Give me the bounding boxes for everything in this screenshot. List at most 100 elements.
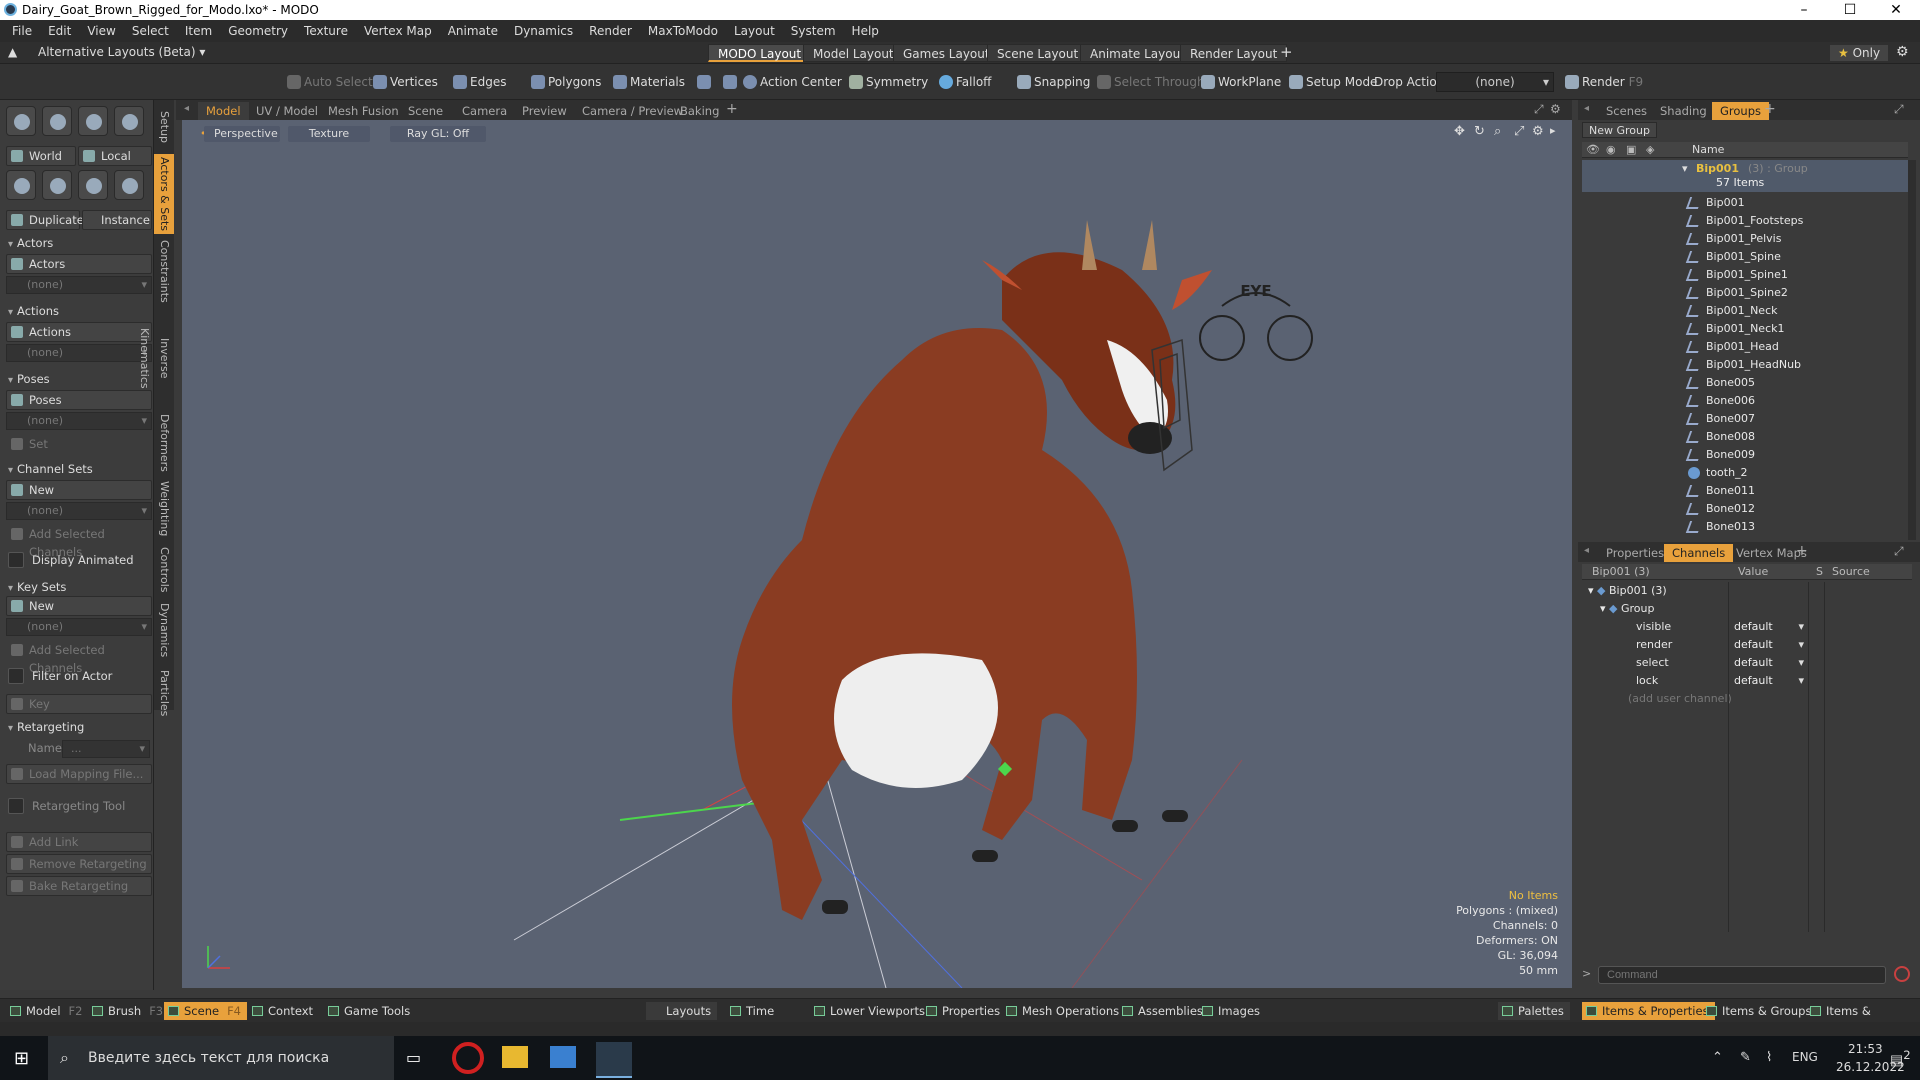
vp-tab-model[interactable]: Model: [198, 102, 249, 120]
brush-mode-button[interactable]: Brush F3: [88, 1002, 169, 1020]
list-item[interactable]: Bip001_Spine2: [1685, 284, 1788, 302]
actors-section-header[interactable]: Actors: [8, 236, 53, 250]
filter-on-actor-checkbox[interactable]: [8, 668, 24, 684]
vtab-weighting[interactable]: Weighting: [154, 478, 174, 540]
vtab-controls[interactable]: Controls: [154, 544, 174, 596]
tab-games-layout[interactable]: Games Layout: [893, 44, 1000, 62]
channel-sets-select[interactable]: (none): [6, 502, 152, 520]
list-item[interactable]: Bip001_Pelvis: [1685, 230, 1781, 248]
list-item[interactable]: Bip001_HeadNub: [1685, 356, 1801, 374]
tab-channels[interactable]: Channels: [1664, 544, 1734, 562]
3d-viewport[interactable]: • Perspective Texture Ray GL: Off ✥ ↻ ⌕ …: [182, 120, 1572, 988]
add-user-channel[interactable]: (add user channel): [1628, 690, 1732, 708]
tab-shading[interactable]: Shading: [1652, 102, 1715, 120]
vtab-dynamics[interactable]: Dynamics: [154, 600, 174, 660]
poses-section-header[interactable]: Poses: [8, 372, 50, 386]
falloff-button[interactable]: Falloff: [936, 72, 997, 92]
symmetry-button[interactable]: Symmetry: [846, 72, 934, 92]
mesh-operations-button[interactable]: Mesh Operations: [1002, 1002, 1125, 1020]
instance-button[interactable]: Instance: [82, 210, 152, 230]
vtab-setup[interactable]: Setup: [154, 104, 174, 150]
add-selected-channels-button[interactable]: Add Selected Channels: [6, 524, 152, 559]
actions-select[interactable]: (none): [6, 344, 152, 362]
setup-mode-button[interactable]: Setup Mode: [1286, 72, 1383, 92]
items-groups-button[interactable]: Items & Groups: [1702, 1002, 1817, 1020]
duplicate-button[interactable]: Duplicate: [6, 210, 84, 230]
actors-select[interactable]: (none): [6, 276, 152, 294]
pen-icon[interactable]: ✎: [1740, 1050, 1751, 1065]
list-item[interactable]: tooth_2: [1688, 464, 1748, 482]
only-button[interactable]: ★ Only: [1830, 45, 1889, 61]
channel-visible-value[interactable]: default: [1734, 619, 1804, 635]
tab-scene-layout[interactable]: Scene Layout: [987, 44, 1089, 62]
vtab-inverse-kinematics[interactable]: Inverse Kinematics: [138, 308, 174, 408]
actions-section-header[interactable]: Actions: [8, 304, 59, 318]
panel-menu-icon[interactable]: ◂: [184, 103, 189, 114]
channel-select-value[interactable]: default: [1734, 655, 1804, 671]
local-button[interactable]: Local: [78, 146, 152, 166]
poses-button[interactable]: Poses: [6, 390, 152, 410]
retargeting-tool-checkbox[interactable]: [8, 798, 24, 814]
remove-retargeting-button[interactable]: Remove Retargeting: [6, 854, 152, 874]
channel-sets-section-header[interactable]: Channel Sets: [8, 462, 93, 476]
viewport-gear-icon[interactable]: ⚙: [1550, 102, 1561, 116]
language-indicator[interactable]: ENG: [1792, 1050, 1818, 1064]
time-button[interactable]: Time: [726, 1002, 780, 1020]
task-view-icon[interactable]: ▭: [406, 1048, 421, 1067]
pivot-icon[interactable]: [6, 170, 36, 200]
select-through-button[interactable]: Select Through: [1094, 72, 1211, 92]
list-item[interactable]: Bone013: [1685, 518, 1755, 536]
menu-help[interactable]: Help: [844, 24, 887, 38]
photos-icon[interactable]: [550, 1046, 576, 1068]
group-bip001-row[interactable]: ▾ Bip001 (3) : Group 57 Items: [1582, 160, 1908, 192]
vp-tab-uv-model[interactable]: UV / Model: [248, 102, 326, 120]
vp-tab-scene[interactable]: Scene: [400, 102, 451, 120]
new-group-button[interactable]: New Group: [1582, 122, 1657, 138]
drop-action-select[interactable]: (none) ▾: [1436, 72, 1554, 92]
vertices-button[interactable]: Vertices: [370, 72, 444, 92]
rotate-tool-icon[interactable]: [42, 106, 72, 136]
menu-edit[interactable]: Edit: [40, 24, 79, 38]
menu-view[interactable]: View: [79, 24, 123, 38]
render-toggle-icon[interactable]: ◉: [1606, 143, 1616, 156]
list-item[interactable]: Bone011: [1685, 482, 1755, 500]
list-item[interactable]: Bip001: [1685, 194, 1745, 212]
actions-button[interactable]: Actions: [6, 322, 152, 342]
clock-time[interactable]: 21:53: [1848, 1042, 1883, 1056]
list-item[interactable]: Bone007: [1685, 410, 1755, 428]
list-item[interactable]: Bip001_Footsteps: [1685, 212, 1803, 230]
locator-icon[interactable]: [42, 170, 72, 200]
channel-render-value[interactable]: default: [1734, 637, 1804, 653]
panel-menu-icon[interactable]: ◂: [1584, 545, 1589, 556]
mesh-add-icon[interactable]: [114, 170, 144, 200]
scale-tool-icon[interactable]: [78, 106, 108, 136]
model-mode-button[interactable]: Model F2: [6, 1002, 88, 1020]
command-input[interactable]: [1598, 966, 1886, 984]
tab-animate-layout[interactable]: Animate Layout: [1080, 44, 1195, 62]
set-button[interactable]: Set: [6, 434, 152, 454]
layouts-button[interactable]: Layouts: [646, 1002, 718, 1020]
list-item[interactable]: Bip001_Spine: [1685, 248, 1781, 266]
list-item[interactable]: Bip001_Neck1: [1685, 320, 1785, 338]
poses-select[interactable]: (none): [6, 412, 152, 430]
list-item[interactable]: Bip001_Head: [1685, 338, 1779, 356]
action-center-button[interactable]: Action Center: [740, 72, 848, 92]
list-item[interactable]: Bone008: [1685, 428, 1755, 446]
lock-icon[interactable]: ▣: [1626, 143, 1636, 156]
collapse-arrow-icon[interactable]: ▲: [8, 45, 17, 59]
items-properties-button[interactable]: Items & Properties: [1582, 1002, 1715, 1020]
close-button[interactable]: ✕: [1874, 0, 1918, 20]
menu-animate[interactable]: Animate: [440, 24, 506, 38]
menu-maxtomodo[interactable]: MaxToModo: [640, 24, 726, 38]
add-viewport-tab-button[interactable]: +: [726, 101, 738, 117]
context-button[interactable]: Context: [248, 1002, 319, 1020]
menu-geometry[interactable]: Geometry: [220, 24, 296, 38]
menu-render[interactable]: Render: [581, 24, 640, 38]
shield-icon[interactable]: [694, 72, 720, 92]
vtab-actors-sets[interactable]: Actors & Sets: [154, 154, 174, 234]
visibility-eye-icon[interactable]: 👁: [1586, 143, 1600, 156]
key-sets-select[interactable]: (none): [6, 618, 152, 636]
expand-icon[interactable]: ⤢: [1534, 102, 1544, 117]
opera-icon[interactable]: [452, 1042, 484, 1074]
taskbar-search[interactable]: ⌕ Введите здесь текст для поиска: [48, 1036, 394, 1080]
